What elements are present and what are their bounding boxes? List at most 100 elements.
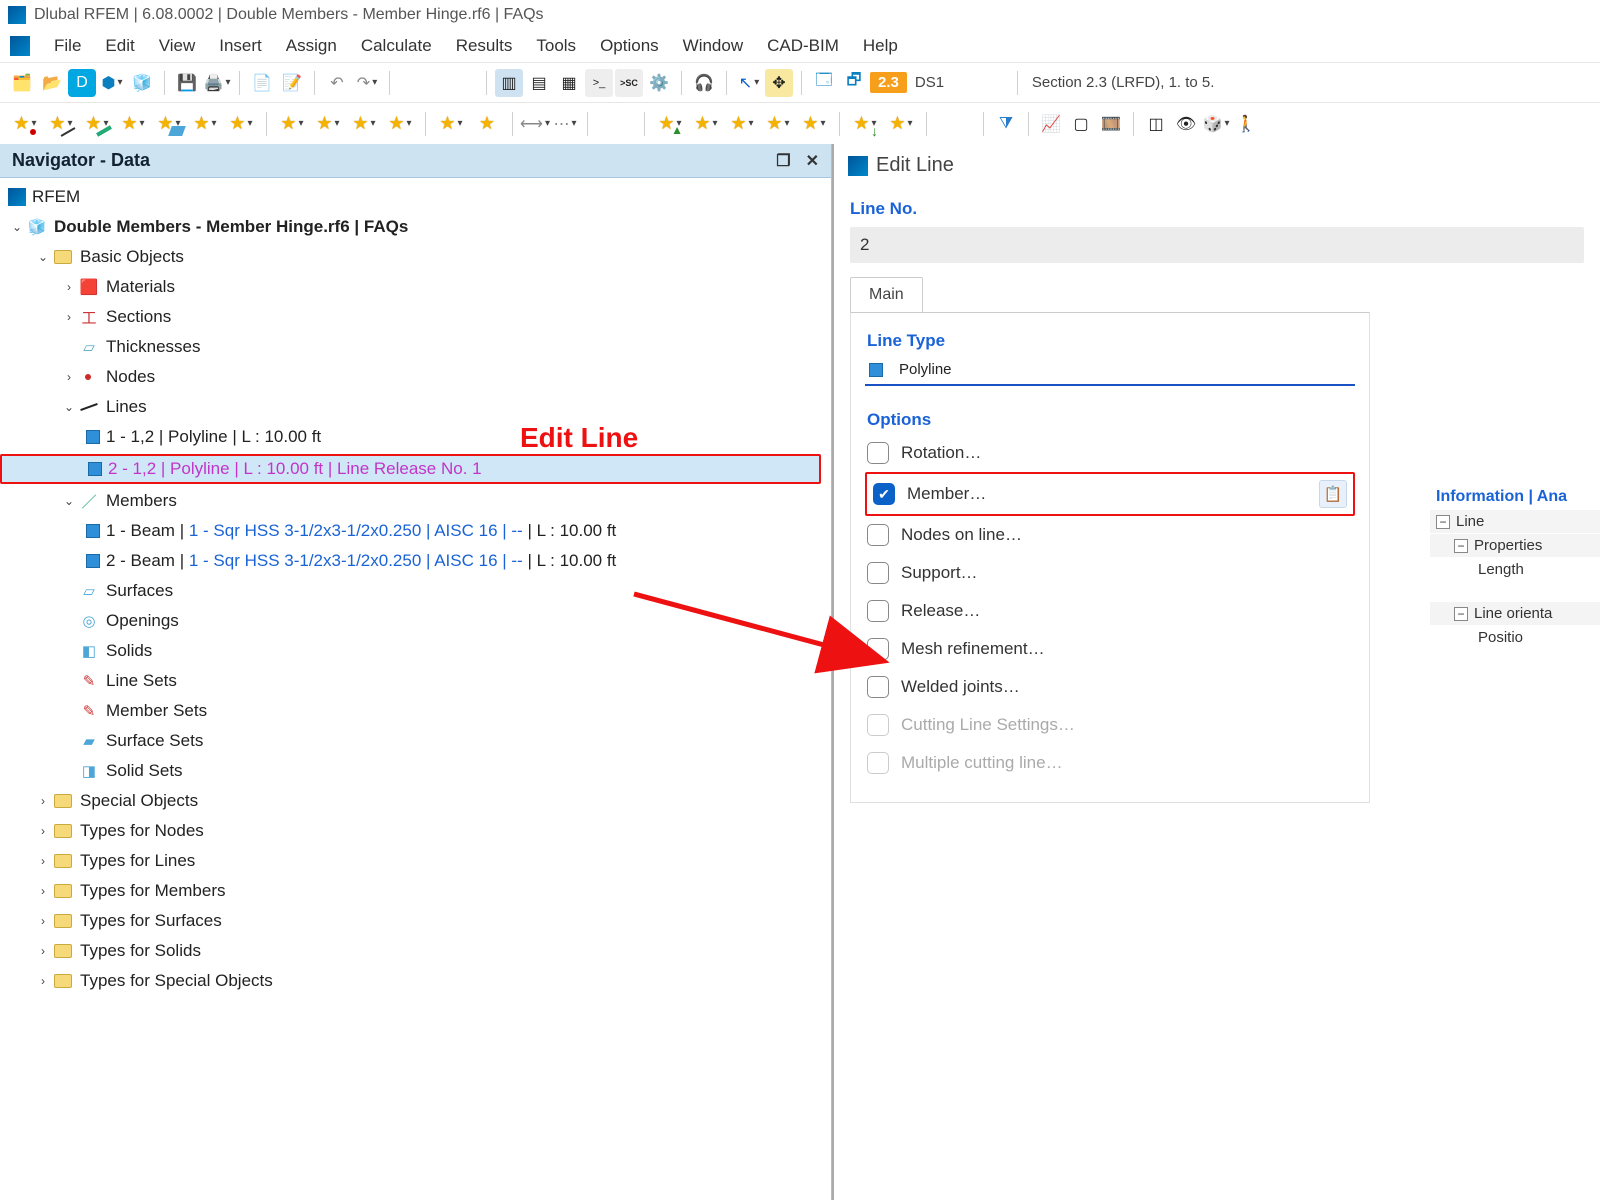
collapse-icon[interactable]: ⌄	[8, 220, 26, 234]
tree-types-members[interactable]: ›Types for Members	[0, 876, 831, 906]
new-eccentricity-icon[interactable]: ★	[761, 109, 795, 139]
dimension-icon[interactable]: ⟷	[521, 110, 549, 138]
option-welded-joints[interactable]: Welded joints…	[865, 668, 1355, 706]
tree-types-special[interactable]: ›Types for Special Objects	[0, 966, 831, 996]
new-solid-set-icon[interactable]: ★	[383, 109, 417, 139]
option-member[interactable]: ✔ Member… 📋	[865, 472, 1355, 516]
new-hinge-icon[interactable]: ★	[725, 109, 759, 139]
info-properties[interactable]: −Properties	[1430, 534, 1600, 557]
new-solid-icon[interactable]: ★	[224, 109, 258, 139]
collapse-icon[interactable]: −	[1454, 539, 1468, 553]
tree-types-surfaces[interactable]: ›Types for Surfaces	[0, 906, 831, 936]
block-manager-icon[interactable]: ⬢	[98, 69, 126, 97]
line-type-select[interactable]: Polyline	[865, 355, 1355, 386]
tree-nodes[interactable]: › Nodes	[0, 362, 831, 392]
tree-types-lines[interactable]: ›Types for Lines	[0, 846, 831, 876]
tree-special-objects[interactable]: ›Special Objects	[0, 786, 831, 816]
checkbox-mesh[interactable]	[867, 638, 889, 660]
tree-member-sets[interactable]: ✎Member Sets	[0, 696, 831, 726]
console-icon[interactable]: >_	[585, 69, 613, 97]
info-line[interactable]: −Line	[1430, 510, 1600, 533]
expand-icon[interactable]: ›	[34, 794, 52, 808]
tree-sections[interactable]: › 工 Sections	[0, 302, 831, 332]
collapse-icon[interactable]: −	[1436, 515, 1450, 529]
option-support[interactable]: Support…	[865, 554, 1355, 592]
new-nodal-support-icon[interactable]: ★▲	[653, 109, 687, 139]
menu-edit[interactable]: Edit	[95, 34, 144, 58]
new-member-set-icon[interactable]: ★	[311, 109, 345, 139]
script-icon[interactable]: >SC	[615, 69, 643, 97]
undo-icon[interactable]: ↶	[323, 69, 351, 97]
new-node-icon[interactable]: ★	[8, 109, 42, 139]
tree-project[interactable]: ⌄ 🧊 Double Members - Member Hinge.rf6 | …	[0, 212, 831, 242]
collapse-icon[interactable]: ⌄	[34, 250, 52, 264]
section-select[interactable]: Section 2.3 (LRFD), 1. to 5.	[1026, 74, 1221, 91]
menu-options[interactable]: Options	[590, 34, 669, 58]
tree-members[interactable]: ⌄ ／ Members	[0, 486, 831, 516]
tree-member-1[interactable]: 1 - Beam | 1 - Sqr HSS 3-1/2x3-1/2x0.250…	[0, 516, 831, 546]
cloud-icon[interactable]: D	[68, 69, 96, 97]
checkbox-nodes-on-line[interactable]	[867, 524, 889, 546]
print-icon[interactable]: 🖨️	[203, 69, 231, 97]
close-panel-icon[interactable]: ✕	[806, 153, 819, 170]
new-rigid-link-icon[interactable]: ★	[797, 109, 831, 139]
open-icon[interactable]: 📂	[38, 69, 66, 97]
restore-panel-icon[interactable]: ❐	[776, 153, 790, 170]
collapse-icon[interactable]: ⌄	[60, 494, 78, 508]
filter-icon[interactable]: ⧩	[992, 110, 1020, 138]
tree-materials[interactable]: › 🟥 Materials	[0, 272, 831, 302]
tab-main[interactable]: Main	[850, 277, 923, 312]
expand-icon[interactable]: ›	[34, 854, 52, 868]
ai-assistant-icon[interactable]: 🎧	[690, 69, 718, 97]
result-diagram-icon[interactable]: 📈	[1037, 110, 1065, 138]
option-nodes-on-line[interactable]: Nodes on line…	[865, 516, 1355, 554]
tree-member-2[interactable]: 2 - Beam | 1 - Sqr HSS 3-1/2x3-1/2x0.250…	[0, 546, 831, 576]
visibility-icon[interactable]: 👁	[1172, 110, 1200, 138]
new-opening-icon[interactable]: ★	[188, 109, 222, 139]
expand-icon[interactable]: ›	[34, 914, 52, 928]
load-cases-dialog-icon[interactable]: 🗔	[810, 69, 838, 97]
navigator-tree[interactable]: RFEM ⌄ 🧊 Double Members - Member Hinge.r…	[0, 178, 831, 1200]
expand-icon[interactable]: ›	[34, 944, 52, 958]
menu-file[interactable]: File	[44, 34, 91, 58]
new-surface-set-icon[interactable]: ★	[347, 109, 381, 139]
collapse-icon[interactable]: ⌄	[60, 400, 78, 414]
new-model-icon[interactable]: 🗂️	[8, 69, 36, 97]
option-mesh-refinement[interactable]: Mesh refinement…	[865, 630, 1355, 668]
standing-figure-icon[interactable]: 🚶	[1232, 110, 1260, 138]
checkbox-welded[interactable]	[867, 676, 889, 698]
guideline-icon[interactable]: ⋯	[551, 110, 579, 138]
tree-line-1[interactable]: 1 - 1,2 | Polyline | L : 10.00 ft	[0, 422, 831, 452]
redo-icon[interactable]: ↷	[353, 69, 381, 97]
tree-openings[interactable]: ◎Openings	[0, 606, 831, 636]
expand-icon[interactable]: ›	[60, 280, 78, 294]
webservice-icon[interactable]: ⚙️	[645, 69, 673, 97]
load-combos-icon[interactable]: 🗗	[840, 69, 868, 97]
model-settings-icon[interactable]: 🧊	[128, 69, 156, 97]
expand-icon[interactable]: ›	[60, 370, 78, 384]
edit-member-icon[interactable]: 📋	[1319, 480, 1347, 508]
new-arc-icon[interactable]: ★	[116, 109, 150, 139]
tree-line-sets[interactable]: ✎Line Sets	[0, 666, 831, 696]
panel-toggle-icon[interactable]: ▦	[555, 69, 583, 97]
new-line-icon[interactable]: ★	[44, 109, 78, 139]
menu-window[interactable]: Window	[673, 34, 753, 58]
collapse-icon[interactable]: −	[1454, 607, 1468, 621]
menu-insert[interactable]: Insert	[209, 34, 272, 58]
new-line-support-icon[interactable]: ★	[689, 109, 723, 139]
expand-icon[interactable]: ›	[34, 974, 52, 988]
load-case-select[interactable]: DS1	[909, 74, 1009, 91]
line-no-field[interactable]: 2	[850, 227, 1584, 263]
tree-thicknesses[interactable]: ▱ Thicknesses	[0, 332, 831, 362]
menu-cad-bim[interactable]: CAD-BIM	[757, 34, 849, 58]
option-release[interactable]: Release…	[865, 592, 1355, 630]
new-surface-icon[interactable]: ★	[152, 109, 186, 139]
new-result-section-icon[interactable]: ★	[470, 109, 504, 139]
tables-toggle-icon[interactable]: ▤	[525, 69, 553, 97]
select-arrow-icon[interactable]: ↖︎	[735, 69, 763, 97]
tree-surfaces[interactable]: ▱Surfaces	[0, 576, 831, 606]
move-node-icon[interactable]: ✥	[765, 69, 793, 97]
new-imposed-deform-icon[interactable]: ★	[884, 109, 918, 139]
menu-help[interactable]: Help	[853, 34, 908, 58]
tree-basic-objects[interactable]: ⌄ Basic Objects	[0, 242, 831, 272]
